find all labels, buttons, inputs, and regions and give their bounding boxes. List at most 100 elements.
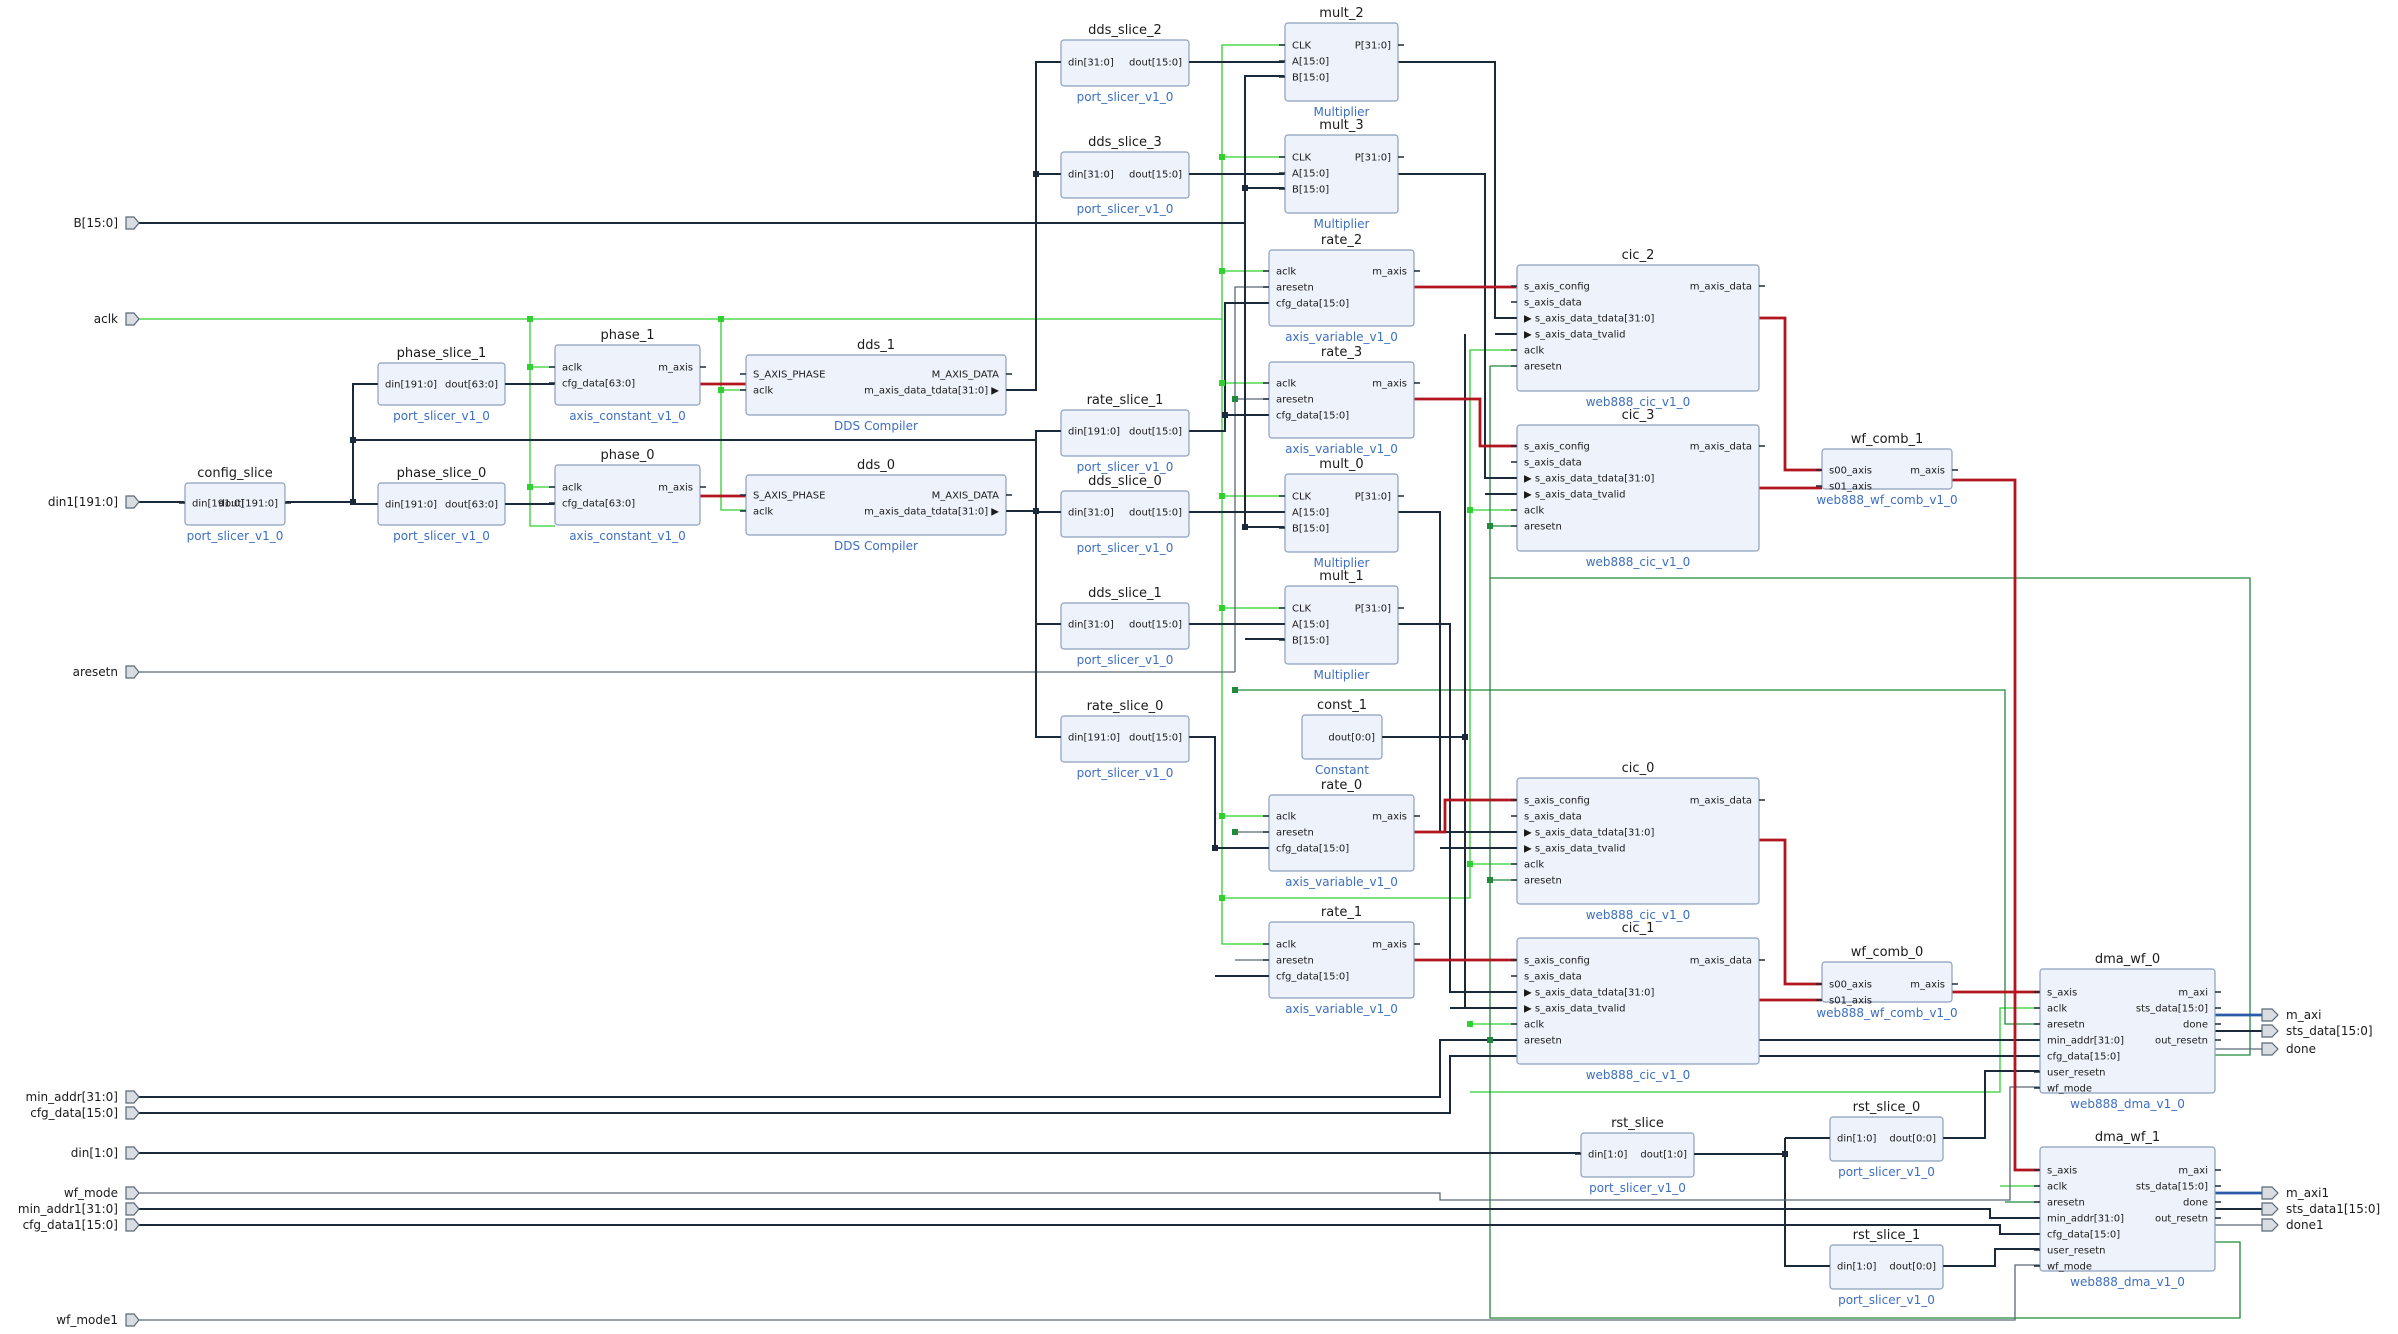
pin-label: done	[2183, 1198, 2208, 1209]
block-cic-1[interactable]: cic_1 web888_cic_v1_0 s_axis_config s_axis_…	[1511, 921, 1765, 1082]
pin-label: B[15:0]	[1292, 636, 1329, 647]
pin-label: cfg_data[15:0]	[1276, 411, 1349, 422]
pin-label: aclk	[1276, 379, 1296, 390]
block-wf-comb-1[interactable]: wf_comb_1 web888_wf_comb_v1_0 s00_axis s01_…	[1816, 432, 1958, 507]
block-type: port_slicer_v1_0	[1077, 90, 1174, 104]
block-rst-slice-1[interactable]: rst_slice_1 port_slicer_v1_0 din[1:0] dout[…	[1824, 1228, 1949, 1307]
pin-label: sts_data[15:0]	[2136, 1004, 2208, 1015]
block-phase-slice-1[interactable]: phase_slice_1 port_slicer_v1_0 din[191:0] d…	[372, 346, 511, 423]
pin-label: cfg_data[63:0]	[562, 379, 635, 390]
port-min-addr[interactable]: min_addr[31:0]	[26, 1090, 140, 1104]
pin-label: aresetn	[1524, 1036, 1562, 1047]
block-dds-0[interactable]: dds_0 DDS Compiler S_AXIS_PHASEaclk M_AXIS_…	[740, 458, 1012, 553]
block-type: Multiplier	[1314, 105, 1370, 119]
block-mult-2[interactable]: mult_2 Multiplier CLK A[15:0] B[15:0] P[31:0]	[1279, 6, 1404, 119]
pin-label: dout[15:0]	[1129, 427, 1182, 438]
pin-label: dout[15:0]	[1129, 170, 1182, 181]
block-rate-1[interactable]: rate_1 axis_variable_v1_0 aclk aresetn cfg_d…	[1263, 905, 1420, 1016]
pin-label: m_axis_data	[1690, 956, 1752, 967]
block-mult-0[interactable]: mult_0 Multiplier CLK A[15:0] B[15:0] P[31:0]	[1279, 457, 1404, 570]
block-phase-0[interactable]: phase_0 axis_constant_v1_0 aclk cfg_data[63…	[549, 448, 706, 543]
block-rate-2[interactable]: rate_2 axis_variable_v1_0 aclk aresetn cfg_d…	[1263, 233, 1420, 344]
block-name: rate_2	[1321, 233, 1362, 248]
port-label: m_axi1	[2286, 1186, 2329, 1200]
block-name: dds_slice_0	[1088, 474, 1162, 489]
block-mult-1[interactable]: mult_1 Multiplier CLK A[15:0] B[15:0] P[31:0]	[1279, 569, 1404, 682]
port-aclk[interactable]: aclk	[94, 312, 140, 326]
block-wf-comb-0[interactable]: wf_comb_0 web888_wf_comb_v1_0 s00_axis s01_…	[1816, 945, 1958, 1020]
pin-label: m_axis	[1910, 980, 1945, 991]
block-name: rate_slice_0	[1087, 699, 1164, 714]
pin-label: din[1:0]	[1837, 1262, 1876, 1273]
block-type: port_slicer_v1_0	[1077, 541, 1174, 555]
port-m-axi1[interactable]: m_axi1	[2261, 1186, 2329, 1200]
port-din[interactable]: din[1:0]	[71, 1146, 140, 1160]
port-b[interactable]: B[15:0]	[73, 216, 140, 230]
block-type: axis_constant_v1_0	[569, 529, 686, 543]
port-arrow-icon	[2261, 1042, 2279, 1056]
block-type: web888_cic_v1_0	[1586, 395, 1691, 409]
block-cic-3[interactable]: cic_3 web888_cic_v1_0 s_axis_config s_axis_…	[1511, 408, 1765, 569]
block-name: mult_0	[1319, 457, 1363, 472]
block-rate-slice-0[interactable]: rate_slice_0 port_slicer_v1_0 din[191:0] do…	[1055, 699, 1195, 780]
pin-label: aresetn	[2047, 1198, 2085, 1209]
port-min-addr1[interactable]: min_addr1[31:0]	[18, 1202, 140, 1216]
block-name: cic_0	[1622, 761, 1655, 776]
block-type: web888_dma_v1_0	[2070, 1275, 2185, 1289]
block-rst-slice[interactable]: rst_slice port_slicer_v1_0 din[1:0] dout[1:…	[1575, 1116, 1700, 1195]
port-arrow-icon	[2261, 1186, 2279, 1200]
pin-label: B[15:0]	[1292, 185, 1329, 196]
block-config-slice[interactable]: config_sliceport_slicer_v1_0din[191:0]do…	[179, 466, 291, 543]
pin-label: aclk	[1524, 1020, 1544, 1031]
block-cic-2[interactable]: cic_2 web888_cic_v1_0 s_axis_config s_axis_…	[1511, 248, 1765, 409]
block-name: wf_comb_1	[1851, 432, 1924, 447]
block-mult-3[interactable]: mult_3 Multiplier CLK A[15:0] B[15:0] P[31:0]	[1279, 118, 1404, 231]
pin-label: out_resetn	[2155, 1214, 2208, 1225]
block-dds-slice-1[interactable]: dds_slice_1 port_slicer_v1_0 din[31:0] dout…	[1055, 586, 1195, 667]
block-type: Multiplier	[1314, 668, 1370, 682]
pin-label: user_resetn	[2047, 1068, 2105, 1079]
block-dds-slice-3[interactable]: dds_slice_3 port_slicer_v1_0 din[31:0] dout…	[1055, 135, 1195, 216]
block-cic-0[interactable]: cic_0 web888_cic_v1_0 s_axis_config s_axis_…	[1511, 761, 1765, 922]
port-arrow-icon	[125, 1106, 140, 1120]
port-arrow-icon	[125, 1202, 140, 1216]
pin-label: m_axis_data	[1690, 282, 1752, 293]
block-rst-slice-0[interactable]: rst_slice_0 port_slicer_v1_0 din[1:0] dout[…	[1824, 1100, 1949, 1179]
block-dds-slice-0[interactable]: dds_slice_0 port_slicer_v1_0 din[31:0] dout…	[1055, 474, 1195, 555]
pin-label: CLK	[1292, 153, 1312, 164]
port-cfg-data[interactable]: cfg_data[15:0]	[30, 1106, 140, 1120]
pin-label: m_axis	[658, 483, 693, 494]
block-dds-slice-2[interactable]: dds_slice_2 port_slicer_v1_0 din[31:0] dout…	[1055, 23, 1195, 104]
port-wf-mode[interactable]: wf_mode	[64, 1186, 140, 1200]
block-rate-slice-1[interactable]: rate_slice_1 port_slicer_v1_0 din[191:0] do…	[1055, 393, 1195, 474]
port-din1[interactable]: din1[191:0]	[48, 495, 140, 509]
block-dma-wf-1[interactable]: dma_wf_1 web888_dma_v1_0 s_axisaclk aresetn…	[2034, 1130, 2221, 1289]
pin-label: dout[191:0]	[219, 499, 278, 510]
block-type: port_slicer_v1_0	[1589, 1181, 1686, 1195]
block-dds-1[interactable]: dds_1 DDS Compiler S_AXIS_PHASEaclk M_AXIS_…	[740, 338, 1012, 433]
pin-label: P[31:0]	[1355, 41, 1391, 52]
port-aresetn[interactable]: aresetn	[73, 665, 140, 679]
block-type: axis_variable_v1_0	[1285, 330, 1398, 344]
block-const-1[interactable]: const_1 Constant dout[0:0]	[1301, 698, 1388, 777]
port-wf-mode1[interactable]: wf_mode1	[56, 1313, 140, 1327]
port-done1[interactable]: done1	[2261, 1218, 2324, 1232]
block-rate-3[interactable]: rate_3 axis_variable_v1_0 aclk aresetn cfg_d…	[1263, 345, 1420, 456]
port-m-axi[interactable]: m_axi	[2261, 1008, 2321, 1022]
block-type: port_slicer_v1_0	[1077, 766, 1174, 780]
port-sts-data1[interactable]: sts_data1[15:0]	[2261, 1202, 2380, 1216]
block-phase-1[interactable]: phase_1 axis_constant_v1_0 aclk cfg_data[63…	[549, 328, 706, 423]
pin-label: s_axis_config	[1524, 442, 1590, 453]
block-dma-wf-0[interactable]: dma_wf_0 web888_dma_v1_0 s_axisaclk aresetn…	[2034, 952, 2221, 1111]
pin-label: aresetn	[1276, 395, 1314, 406]
block-phase-slice-0[interactable]: phase_slice_0 port_slicer_v1_0 din[191:0] d…	[372, 466, 511, 543]
port-label: done1	[2286, 1218, 2324, 1232]
port-sts-data[interactable]: sts_data[15:0]	[2261, 1024, 2373, 1038]
pin-label: cfg_data[15:0]	[2047, 1052, 2120, 1063]
port-done[interactable]: done	[2261, 1042, 2316, 1056]
block-rate-0[interactable]: rate_0 axis_variable_v1_0 aclk aresetn cfg_d…	[1263, 778, 1420, 889]
pin-label: out_resetn	[2155, 1036, 2208, 1047]
pin-label: m_axis	[1910, 466, 1945, 477]
port-cfg-data1[interactable]: cfg_data1[15:0]	[23, 1218, 140, 1232]
block-name: mult_2	[1319, 6, 1363, 21]
